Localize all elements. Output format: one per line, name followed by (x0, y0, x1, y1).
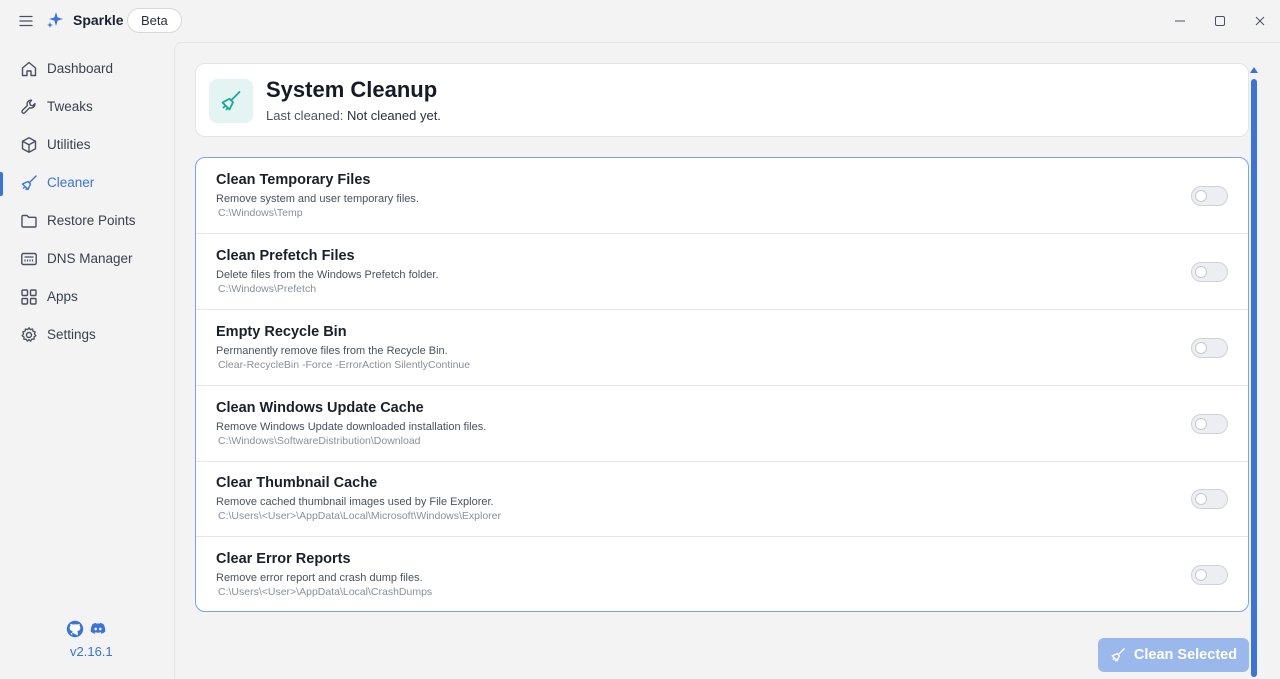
github-icon[interactable] (66, 620, 84, 638)
option-title: Clean Windows Update Cache (216, 400, 424, 416)
option-title: Empty Recycle Bin (216, 324, 347, 340)
version-label: v2.16.1 (70, 644, 113, 659)
sidebar-item-label: Apps (47, 289, 78, 304)
hamburger-menu-icon[interactable] (16, 11, 36, 31)
main-panel: System Cleanup Last cleaned: Not cleaned… (174, 42, 1280, 679)
sidebar-item-label: DNS Manager (47, 251, 133, 266)
home-icon (21, 61, 37, 77)
last-cleaned-status: Last cleaned: Not cleaned yet. (266, 108, 441, 123)
toggle-knob (1195, 266, 1207, 278)
option-toggle[interactable] (1191, 262, 1228, 282)
toggle-knob (1195, 190, 1207, 202)
clean-selected-label: Clean Selected (1133, 647, 1238, 663)
sidebar-item-label: Tweaks (47, 99, 93, 114)
option-description: Remove Windows Update downloaded install… (216, 421, 487, 433)
option-title: Clear Thumbnail Cache (216, 475, 378, 491)
sidebar-item-dashboard[interactable]: Dashboard (0, 52, 174, 86)
router-icon (21, 252, 37, 266)
header-card: System Cleanup Last cleaned: Not cleaned… (195, 63, 1249, 137)
broom-icon (1111, 648, 1125, 662)
option-clean-prefetch-files: Clean Prefetch Files Delete files from t… (196, 234, 1248, 310)
option-path: C:\Windows\Prefetch (218, 283, 317, 295)
gear-icon (21, 327, 37, 342)
grid-icon (21, 289, 37, 305)
option-toggle[interactable] (1191, 565, 1228, 585)
option-clean-temporary-files: Clean Temporary Files Remove system and … (196, 158, 1248, 234)
option-path: Clear-RecycleBin -Force -ErrorAction Sil… (218, 359, 471, 371)
folder-icon (21, 214, 37, 228)
option-path: C:\Windows\Temp (218, 207, 303, 219)
close-icon[interactable] (1249, 10, 1271, 32)
page-title: System Cleanup (266, 77, 438, 102)
option-toggle[interactable] (1191, 414, 1228, 434)
beta-badge: Beta (127, 8, 182, 33)
sidebar-item-apps[interactable]: Apps (0, 280, 174, 314)
sidebar: Dashboard Tweaks Utilities Cleaner Resto… (0, 42, 174, 679)
option-path: C:\Users\<User>\AppData\Local\Microsoft\… (218, 510, 502, 522)
option-clear-thumbnail-cache: Clear Thumbnail Cache Remove cached thum… (196, 461, 1248, 537)
scrollbar-thumb[interactable] (1251, 79, 1257, 677)
option-description: Delete files from the Windows Prefetch f… (216, 269, 439, 281)
option-description: Remove error report and crash dump files… (216, 572, 423, 584)
option-description: Remove cached thumbnail images used by F… (216, 496, 494, 508)
cleanup-options-list: Clean Temporary Files Remove system and … (195, 157, 1249, 612)
option-description: Remove system and user temporary files. (216, 193, 419, 205)
broom-icon (21, 175, 37, 191)
sidebar-item-label: Restore Points (47, 213, 136, 228)
app-name: Sparkle (73, 12, 124, 28)
sidebar-item-label: Cleaner (47, 175, 95, 190)
option-path: C:\Windows\SoftwareDistribution\Download (218, 435, 421, 447)
sparkle-logo-icon (47, 12, 63, 28)
toggle-knob (1195, 418, 1207, 430)
sidebar-item-dns-manager[interactable]: DNS Manager (0, 242, 174, 276)
toggle-knob (1195, 569, 1207, 581)
option-description: Permanently remove files from the Recycl… (216, 345, 448, 357)
option-title: Clean Temporary Files (216, 172, 371, 188)
option-toggle[interactable] (1191, 489, 1228, 509)
sidebar-item-label: Utilities (47, 137, 91, 152)
option-empty-recycle-bin: Empty Recycle Bin Permanently remove fil… (196, 310, 1248, 386)
header-icon-box (209, 79, 253, 123)
sidebar-item-utilities[interactable]: Utilities (0, 128, 174, 162)
maximize-icon[interactable] (1209, 10, 1231, 32)
box-icon (21, 137, 37, 153)
scroll-up-arrow-icon[interactable] (1249, 65, 1259, 75)
broom-icon (221, 91, 241, 111)
wrench-icon (21, 99, 36, 114)
last-cleaned-value: Not cleaned yet. (346, 108, 441, 123)
sidebar-item-label: Settings (47, 327, 96, 342)
minimize-icon[interactable] (1169, 10, 1191, 32)
sidebar-item-settings[interactable]: Settings (0, 318, 174, 352)
option-title: Clear Error Reports (216, 551, 351, 567)
option-path: C:\Users\<User>\AppData\Local\CrashDumps (218, 586, 433, 598)
sidebar-item-label: Dashboard (47, 61, 114, 76)
discord-icon[interactable] (89, 620, 107, 638)
option-toggle[interactable] (1191, 186, 1228, 206)
sidebar-item-tweaks[interactable]: Tweaks (0, 90, 174, 124)
option-clean-windows-update-cache: Clean Windows Update Cache Remove Window… (196, 386, 1248, 462)
last-cleaned-label: Last cleaned: (266, 108, 344, 123)
title-bar: Sparkle Beta (0, 0, 1280, 42)
sidebar-item-restore-points[interactable]: Restore Points (0, 204, 174, 238)
toggle-knob (1195, 493, 1207, 505)
option-toggle[interactable] (1191, 338, 1228, 358)
option-clear-error-reports: Clear Error Reports Remove error report … (196, 537, 1248, 611)
option-title: Clean Prefetch Files (216, 248, 355, 264)
clean-selected-button[interactable]: Clean Selected (1098, 638, 1249, 672)
toggle-knob (1195, 342, 1207, 354)
sidebar-item-cleaner[interactable]: Cleaner (0, 166, 174, 200)
